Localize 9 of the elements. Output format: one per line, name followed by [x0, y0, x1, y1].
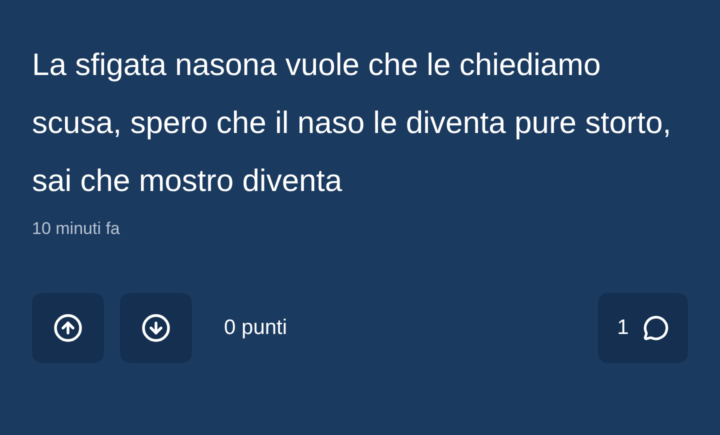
downvote-button[interactable]	[120, 293, 192, 363]
comments-button[interactable]: 1	[598, 293, 688, 363]
score-label: 0 punti	[224, 316, 288, 340]
arrow-down-icon	[141, 313, 171, 343]
arrow-up-icon	[53, 313, 83, 343]
speech-bubble-icon	[642, 315, 669, 341]
post-text: La sfigata nasona vuole che le chiediamo scusa, spero che il naso le diventa pure storto, sai che mostro diventa	[32, 46, 672, 200]
upvote-button[interactable]	[32, 293, 104, 363]
timestamp: 10 minuti fa	[32, 218, 120, 240]
